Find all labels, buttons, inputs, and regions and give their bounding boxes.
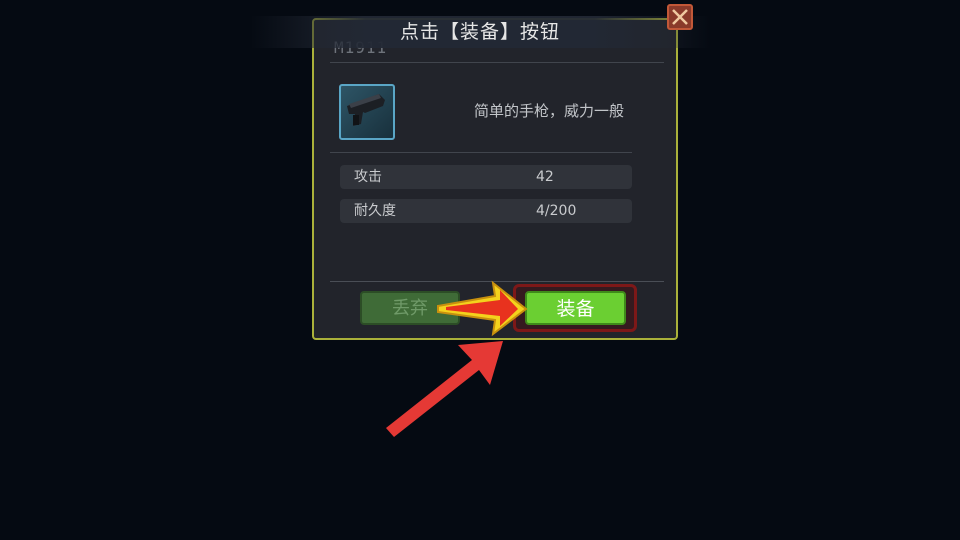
stat-label: 耐久度: [354, 203, 396, 219]
divider: [330, 152, 632, 153]
divider: [330, 62, 664, 63]
item-detail-panel: M1911 简单的手枪，威力一般 攻击 42 耐久度 4/200 丢弃 装备: [312, 18, 678, 340]
close-button[interactable]: [667, 4, 693, 30]
divider: [330, 281, 664, 282]
discard-button[interactable]: 丢弃: [360, 291, 460, 325]
stat-value: 4/200: [536, 203, 577, 219]
stat-label: 攻击: [354, 169, 382, 185]
stat-row-durability: 耐久度 4/200: [340, 199, 632, 223]
close-icon: [672, 9, 688, 25]
stat-value: 42: [536, 169, 554, 185]
pistol-icon: [347, 94, 385, 126]
equip-button[interactable]: 装备: [525, 291, 626, 325]
item-description: 简单的手枪，威力一般: [473, 102, 624, 120]
item-icon-slot: [339, 84, 395, 140]
pointer-arrow-icon: [386, 341, 503, 437]
stat-row-attack: 攻击 42: [340, 165, 632, 189]
hint-text: 点击【装备】按钮: [399, 21, 560, 43]
